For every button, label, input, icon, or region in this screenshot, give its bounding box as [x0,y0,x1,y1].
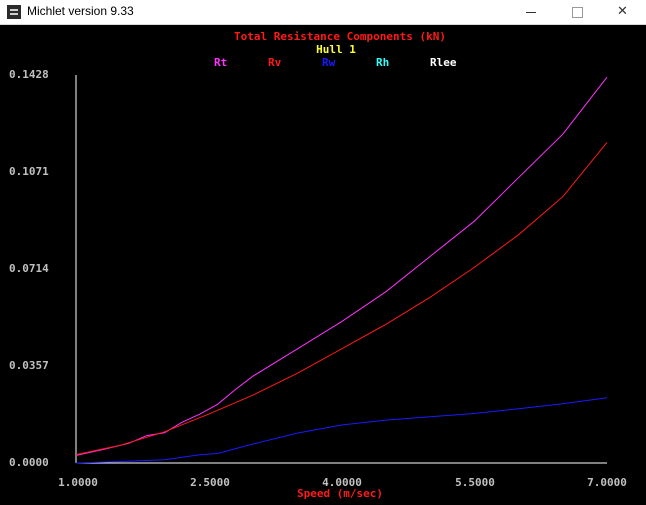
legend-item-rw: Rw [322,56,336,69]
close-button[interactable]: ✕ [600,0,646,24]
minimize-icon [526,12,536,13]
legend: Rt Rv Rw Rh Rlee [214,56,457,69]
chart-title: Total Resistance Components (kN) [234,30,446,43]
legend-item-rh: Rh [376,56,389,69]
minimize-button[interactable] [508,0,554,24]
title-bar: Michlet version 9.33 ✕ [0,0,646,25]
x-tick-label: 1.0000 [58,476,98,489]
legend-item-rlee: Rlee [430,56,457,69]
close-icon: ✕ [617,4,628,19]
x-tick-label: 2.5000 [190,476,230,489]
chart-area: Total Resistance Components (kN) Hull 1 … [9,30,627,500]
legend-item-rt: Rt [214,56,227,69]
x-tick-label: 7.0000 [587,476,627,489]
maximize-icon [572,7,583,18]
maximize-button[interactable] [554,0,600,24]
y-tick-label: 0.1071 [9,165,49,178]
y-axis-ticks: 0.1428 0.1071 0.0714 0.0357 0.0000 [9,68,49,469]
series-line-rt [75,76,608,456]
app-icon [7,5,21,19]
window-title: Michlet version 9.33 [27,4,134,18]
y-tick-label: 0.1428 [9,68,49,81]
y-tick-label: 0.0000 [9,456,49,469]
y-tick-label: 0.0714 [9,262,49,275]
series-layer [75,76,608,464]
series-line-rw [75,397,608,464]
x-tick-label: 5.5000 [455,476,495,489]
x-axis-label: Speed (m/sec) [297,487,383,500]
chart-subtitle: Hull 1 [316,43,356,56]
y-tick-label: 0.0357 [9,359,49,372]
legend-item-rv: Rv [268,56,282,69]
